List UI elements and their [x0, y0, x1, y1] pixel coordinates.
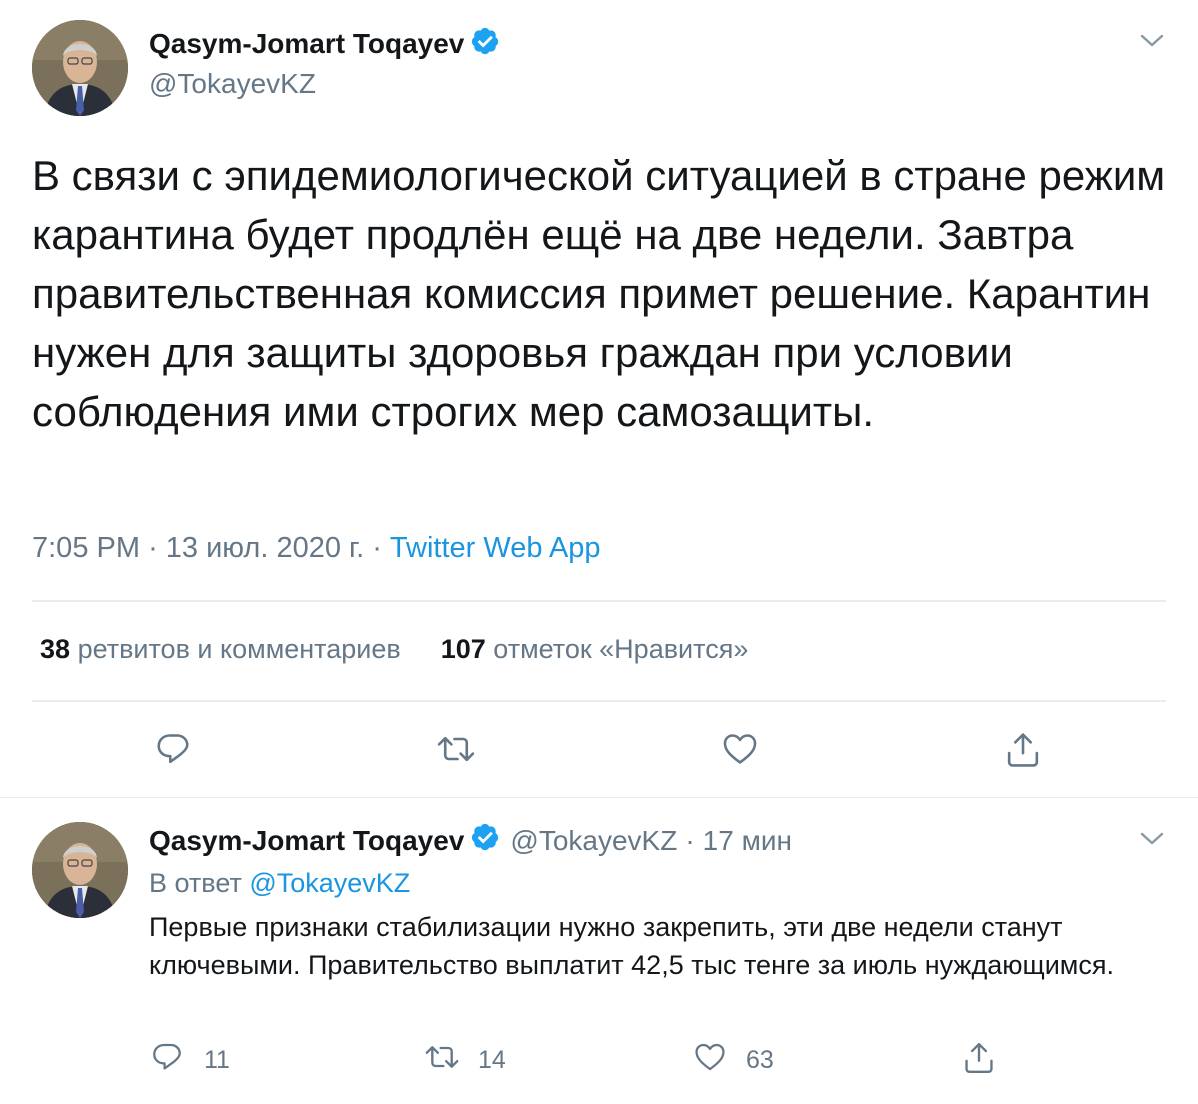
like-count: 63 — [746, 1046, 774, 1074]
heart-icon — [723, 734, 757, 764]
chevron-down-icon — [1140, 34, 1164, 47]
tweet-text: В связи с эпидемиологической ситуацией в… — [32, 152, 1166, 435]
chevron-down-icon — [1140, 832, 1164, 845]
author-handle[interactable]: @TokayevKZ — [149, 68, 316, 100]
tweet-stats: 38 ретвитов и комментариев 107 отметок «… — [40, 634, 748, 665]
reply-author-handle[interactable]: @TokayevKZ — [510, 825, 677, 857]
tweet-time[interactable]: 7:05 PM — [32, 532, 140, 564]
reply-count: 11 — [204, 1046, 230, 1074]
reply-share-button[interactable] — [962, 1040, 996, 1076]
likes-stat-link[interactable]: 107 отметок «Нравится» — [441, 634, 749, 665]
verified-badge-icon — [470, 26, 500, 61]
meta-separator: · — [685, 824, 695, 856]
divider — [32, 700, 1166, 702]
tweet-source-link[interactable]: Twitter Web App — [390, 532, 601, 564]
avatar-photo — [32, 20, 128, 116]
reply-button[interactable] — [154, 730, 192, 768]
divider — [32, 600, 1166, 602]
tweet-meta: 7:05 PM · 13 июл. 2020 г. · Twitter Web … — [32, 532, 601, 565]
verified-badge-icon — [470, 822, 500, 859]
retweets-stat-link[interactable]: 38 ретвитов и комментариев — [40, 634, 401, 665]
reply-menu-button[interactable] — [1138, 828, 1166, 848]
heart-icon — [695, 1043, 725, 1071]
reply-reply-button[interactable]: 11 — [150, 1040, 230, 1074]
like-button[interactable] — [720, 730, 760, 768]
reply-author-row: Qasym-Jomart Toqayev @TokayevKZ · 17 мин — [149, 822, 792, 859]
meta-separator: · — [148, 532, 158, 564]
share-icon — [965, 1042, 993, 1074]
likes-count: 107 — [440, 634, 486, 664]
author-name-row: Qasym-Jomart Toqayev — [149, 26, 500, 61]
reply-retweet-button[interactable]: 14 — [424, 1040, 506, 1074]
tweet-menu-button[interactable] — [1138, 30, 1166, 50]
retweet-button[interactable] — [436, 730, 476, 768]
reply-to-prefix: В ответ — [149, 868, 242, 898]
reply-author-name[interactable]: Qasym-Jomart Toqayev — [149, 825, 464, 857]
share-button[interactable] — [1004, 730, 1042, 770]
retweet-count: 14 — [478, 1046, 506, 1074]
reply-icon — [153, 1043, 181, 1070]
reply-icon — [157, 734, 189, 764]
retweets-label: ретвитов и комментариев — [77, 634, 401, 664]
reply-text: Первые признаки стабилизации нужно закре… — [149, 912, 1114, 980]
author-avatar[interactable] — [32, 20, 128, 116]
avatar-photo — [32, 822, 128, 918]
retweet-icon — [425, 1046, 459, 1068]
reply-to-line: В ответ @TokayevKZ — [149, 868, 410, 899]
reply-time[interactable]: 17 мин — [703, 825, 792, 857]
author-name[interactable]: Qasym-Jomart Toqayev — [149, 28, 464, 60]
reply-to-handle-link[interactable]: @TokayevKZ — [249, 868, 410, 898]
meta-separator: · — [372, 532, 382, 564]
tweet-date[interactable]: 13 июл. 2020 г. — [166, 532, 364, 564]
reply-like-button[interactable]: 63 — [692, 1040, 774, 1074]
reply-author-avatar[interactable] — [32, 822, 128, 918]
retweets-count: 38 — [40, 634, 71, 664]
likes-label: отметок «Нравится» — [493, 634, 749, 664]
retweet-icon — [437, 736, 475, 762]
share-icon — [1007, 733, 1039, 767]
